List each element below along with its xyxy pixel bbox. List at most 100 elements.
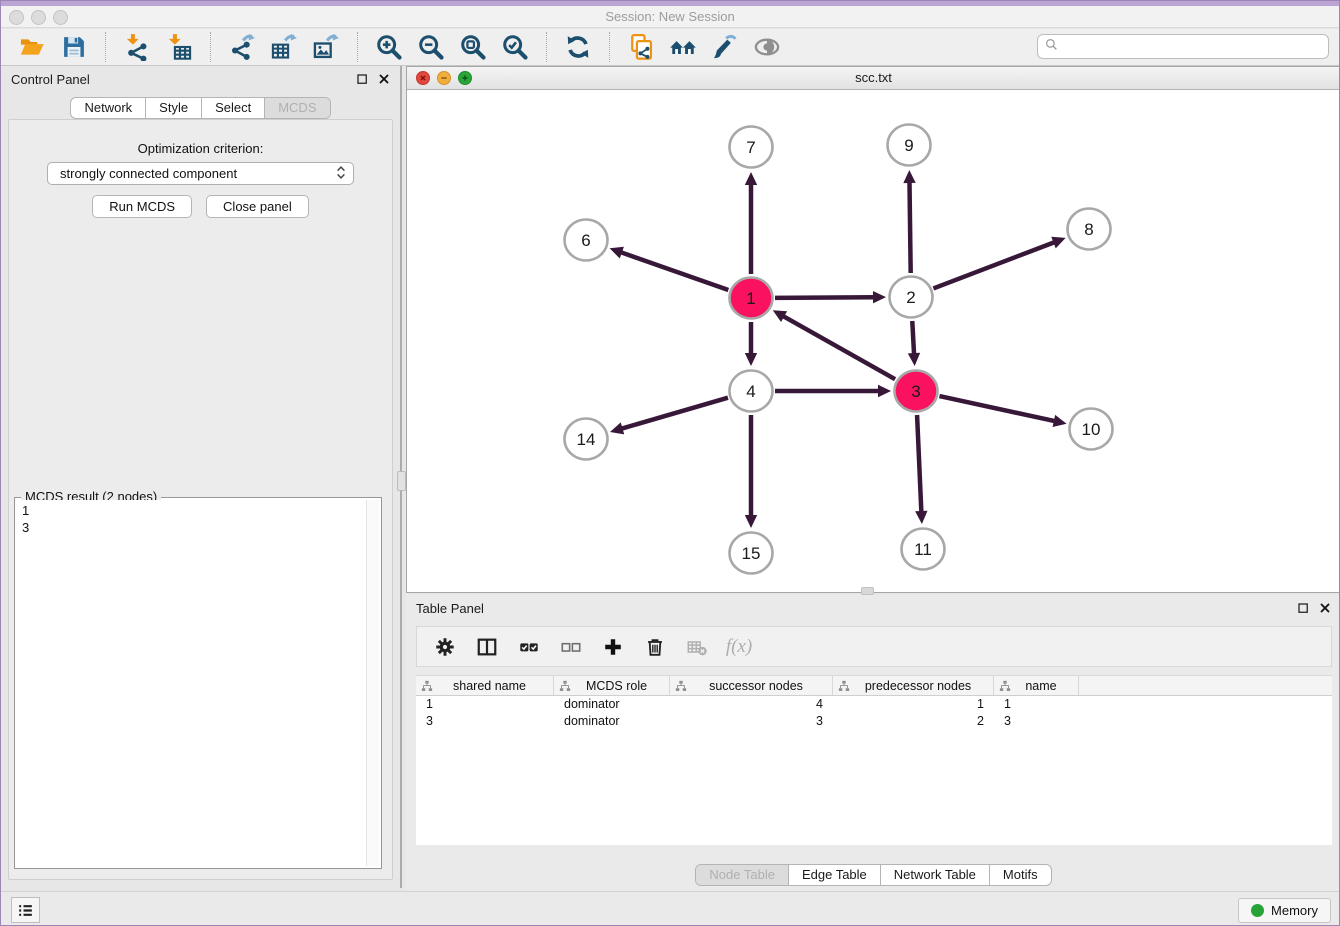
titlebar[interactable]: Session: New Session — [1, 6, 1339, 28]
edge-3-1[interactable] — [773, 310, 895, 379]
tab-node-table[interactable]: Node Table — [696, 865, 788, 885]
node-2[interactable]: 2 — [890, 277, 933, 318]
svg-text:10: 10 — [1082, 420, 1101, 439]
criterion-selected-value: strongly connected component — [60, 166, 335, 181]
network-window-titlebar[interactable]: scc.txt — [407, 67, 1340, 90]
table-cell[interactable]: 1 — [833, 697, 994, 711]
tab-motifs[interactable]: Motifs — [989, 865, 1051, 885]
export-image-icon[interactable] — [311, 32, 341, 62]
task-history-button[interactable] — [11, 897, 40, 923]
node-7[interactable]: 7 — [730, 127, 773, 168]
result-scrollbar[interactable] — [366, 500, 379, 866]
zoom-in-icon[interactable] — [374, 32, 404, 62]
control-panel-header: Control Panel — [1, 66, 400, 94]
table-row[interactable]: 1dominator411 — [416, 696, 1332, 713]
edge-1-7[interactable] — [745, 172, 757, 274]
optimization-criterion-select[interactable]: strongly connected component — [47, 162, 354, 185]
edge-2-9[interactable] — [903, 170, 915, 273]
edge-1-6[interactable] — [610, 247, 729, 290]
edge-3-10[interactable] — [939, 396, 1066, 427]
open-session-icon[interactable] — [17, 32, 47, 62]
table-cell[interactable]: 1 — [994, 697, 1079, 711]
column-header-MCDS-role[interactable]: MCDS role — [554, 676, 670, 695]
memory-button[interactable]: Memory — [1238, 898, 1331, 923]
node-10[interactable]: 10 — [1070, 409, 1113, 450]
close-panel-button[interactable]: Close panel — [206, 195, 309, 218]
network-graph-canvas[interactable]: 7 9 6 8 1 2 4 3 14 10 15 11 — [407, 90, 1340, 592]
edge-2-8[interactable] — [933, 237, 1065, 289]
table-cell[interactable]: 4 — [670, 697, 833, 711]
network-view-title: scc.txt — [407, 70, 1340, 85]
horizontal-splitter-handle[interactable] — [861, 587, 874, 595]
node-8[interactable]: 8 — [1068, 209, 1111, 250]
column-header-shared-name[interactable]: shared name — [416, 676, 554, 695]
edge-4-14[interactable] — [610, 398, 728, 435]
node-14[interactable]: 14 — [565, 419, 608, 460]
search-box[interactable] — [1037, 34, 1329, 59]
table-cell[interactable]: dominator — [554, 697, 670, 711]
table-cell[interactable]: 3 — [670, 714, 833, 728]
show-hide-graphics-icon[interactable] — [752, 32, 782, 62]
refresh-layout-icon[interactable] — [563, 32, 593, 62]
zoom-selected-icon[interactable] — [500, 32, 530, 62]
tab-style[interactable]: Style — [145, 98, 201, 118]
tab-network-table[interactable]: Network Table — [880, 865, 989, 885]
table-cell[interactable]: 1 — [416, 697, 554, 711]
mcds-result-text[interactable]: 1 3 — [17, 500, 365, 866]
node-9[interactable]: 9 — [888, 125, 931, 166]
tab-edge-table[interactable]: Edge Table — [788, 865, 880, 885]
deselect-all-icon[interactable] — [559, 635, 583, 659]
close-table-panel-icon[interactable] — [1317, 600, 1333, 616]
tab-select[interactable]: Select — [201, 98, 264, 118]
search-input[interactable] — [1059, 39, 1322, 54]
column-header-predecessor-nodes[interactable]: predecessor nodes — [833, 676, 994, 695]
run-mcds-button[interactable]: Run MCDS — [92, 195, 192, 218]
zoom-out-icon[interactable] — [416, 32, 446, 62]
table-cell[interactable]: dominator — [554, 714, 670, 728]
table-settings-icon[interactable] — [433, 635, 457, 659]
import-table-icon[interactable] — [164, 32, 194, 62]
column-header-name[interactable]: name — [994, 676, 1079, 695]
delete-column-icon[interactable] — [643, 635, 667, 659]
float-table-panel-icon[interactable] — [1295, 600, 1311, 616]
node-table: shared nameMCDS rolesuccessor nodesprede… — [416, 675, 1332, 845]
export-table-icon[interactable] — [269, 32, 299, 62]
table-cell[interactable]: 3 — [416, 714, 554, 728]
node-1[interactable]: 1 — [730, 278, 773, 319]
home-view-icon[interactable] — [668, 32, 698, 62]
apply-style-icon[interactable] — [710, 32, 740, 62]
status-bar: Memory — [1, 891, 1339, 926]
node-3[interactable]: 3 — [895, 371, 938, 412]
table-header-row: shared nameMCDS rolesuccessor nodesprede… — [416, 675, 1332, 696]
save-session-icon[interactable] — [59, 32, 89, 62]
close-panel-icon[interactable] — [376, 71, 392, 87]
add-column-icon[interactable] — [601, 635, 625, 659]
zoom-fit-icon[interactable] — [458, 32, 488, 62]
tab-network[interactable]: Network — [71, 98, 145, 118]
table-cell[interactable]: 2 — [833, 714, 994, 728]
edge-4-3[interactable] — [775, 385, 891, 397]
window-title: Session: New Session — [1, 9, 1339, 24]
column-header-successor-nodes[interactable]: successor nodes — [670, 676, 833, 695]
node-15[interactable]: 15 — [730, 533, 773, 574]
node-6[interactable]: 6 — [565, 220, 608, 261]
vertical-splitter-handle[interactable] — [397, 471, 406, 491]
application-window: Session: New Session Control Panel Netwo… — [0, 0, 1340, 926]
tab-mcds[interactable]: MCDS — [264, 98, 329, 118]
export-network-icon[interactable] — [227, 32, 257, 62]
network-from-selection-icon[interactable] — [626, 32, 656, 62]
edge-1-2[interactable] — [775, 291, 886, 303]
select-all-icon[interactable] — [517, 635, 541, 659]
node-11[interactable]: 11 — [902, 529, 945, 570]
float-panel-icon[interactable] — [354, 71, 370, 87]
table-cell[interactable]: 3 — [994, 714, 1079, 728]
edge-2-3[interactable] — [908, 321, 920, 366]
edge-4-15[interactable] — [745, 415, 757, 528]
node-4[interactable]: 4 — [730, 371, 773, 412]
edge-3-11[interactable] — [915, 415, 927, 524]
import-network-icon[interactable] — [122, 32, 152, 62]
table-row[interactable]: 3dominator323 — [416, 713, 1332, 730]
split-panel-icon[interactable] — [475, 635, 499, 659]
edge-1-4[interactable] — [745, 322, 757, 366]
table-body: 1dominator4113dominator323 — [416, 696, 1332, 729]
